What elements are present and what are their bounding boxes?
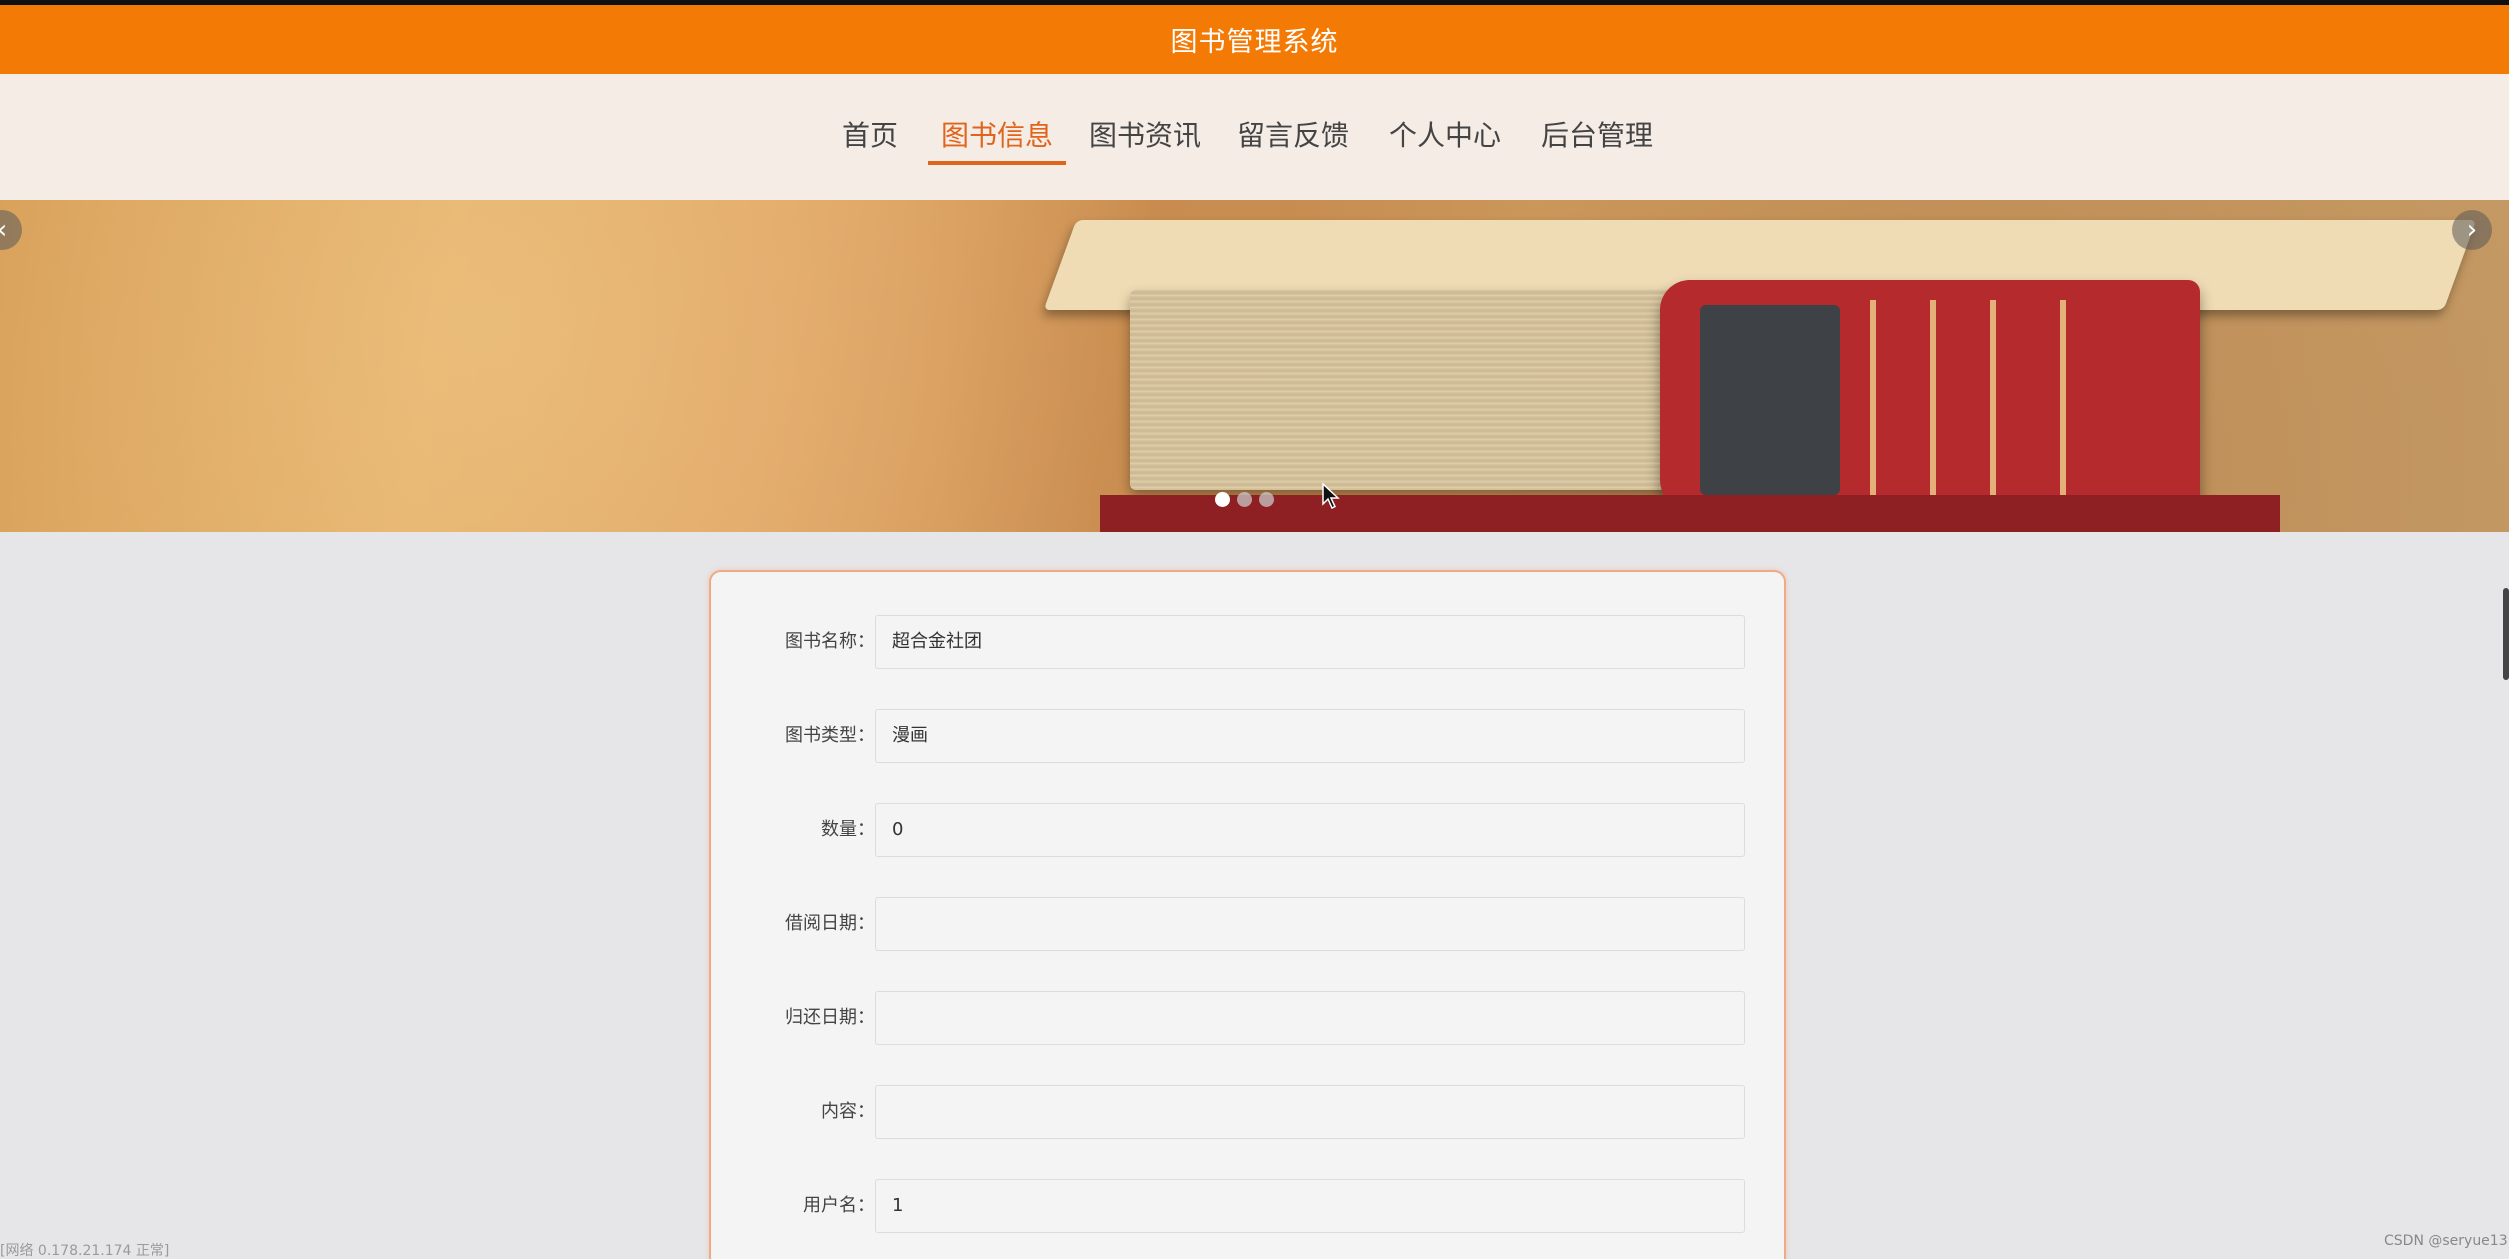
carousel-dot[interactable] [1259,492,1274,507]
borrow-date-input[interactable] [875,897,1745,951]
username-label: 用户名： [803,1195,875,1216]
content-input[interactable] [875,1085,1745,1139]
form-row-return-date: 归还日期： [711,991,1788,1045]
quantity-input[interactable]: 0 [875,803,1745,857]
watermark: CSDN @seryue13 [2384,1233,2508,1249]
header-bar: 图书管理系统 [0,5,2509,74]
chevron-right-icon: › [2466,215,2478,245]
chevron-left-icon: ‹ [0,215,7,245]
content-label: 内容： [821,1101,875,1122]
form-row-book-name: 图书名称： 超合金社团 [711,615,1788,669]
return-date-label: 归还日期： [785,1007,875,1028]
carousel-dot[interactable] [1237,492,1252,507]
status-text: [网络 0.178.21.174 正常] [0,1243,170,1259]
app-title: 图书管理系统 [1170,27,1339,58]
nav-item-home[interactable]: 首页 [842,114,898,158]
carousel-next-button[interactable]: › [2452,210,2492,250]
page-scrollbar[interactable] [2503,588,2509,680]
book-name-label: 图书名称： [785,631,875,652]
nav-item-book-info[interactable]: 图书信息 [927,114,1067,165]
nav-item-book-news[interactable]: 图书资讯 [1089,114,1201,158]
form-row-borrow-date: 借阅日期： [711,897,1788,951]
main-navigation: 首页 图书信息 图书资讯 留言反馈 个人中心 后台管理 [0,74,2509,200]
form-row-username: 用户名： 1 [711,1179,1788,1233]
quantity-label: 数量： [821,819,875,840]
book-type-label: 图书类型： [785,725,875,746]
username-input[interactable]: 1 [875,1179,1745,1233]
book-name-input[interactable]: 超合金社团 [875,615,1745,669]
carousel-banner: ‹ › [0,200,2509,532]
nav-item-admin[interactable]: 后台管理 [1541,114,1653,158]
carousel-dot[interactable] [1215,492,1230,507]
book-type-input[interactable]: 漫画 [875,709,1745,763]
nav-item-feedback[interactable]: 留言反馈 [1237,114,1349,158]
carousel-indicators [1215,492,1274,507]
form-row-book-type: 图书类型： 漫画 [711,709,1788,763]
return-date-input[interactable] [875,991,1745,1045]
form-row-quantity: 数量： 0 [711,803,1788,857]
nav-item-personal-center[interactable]: 个人中心 [1389,114,1501,158]
form-row-content: 内容： [711,1085,1788,1139]
mouse-cursor-icon [1322,483,1340,509]
book-detail-form: 图书名称： 超合金社团 图书类型： 漫画 数量： 0 借阅日期： 归还日期： 内… [709,570,1786,1259]
borrow-date-label: 借阅日期： [785,913,875,934]
